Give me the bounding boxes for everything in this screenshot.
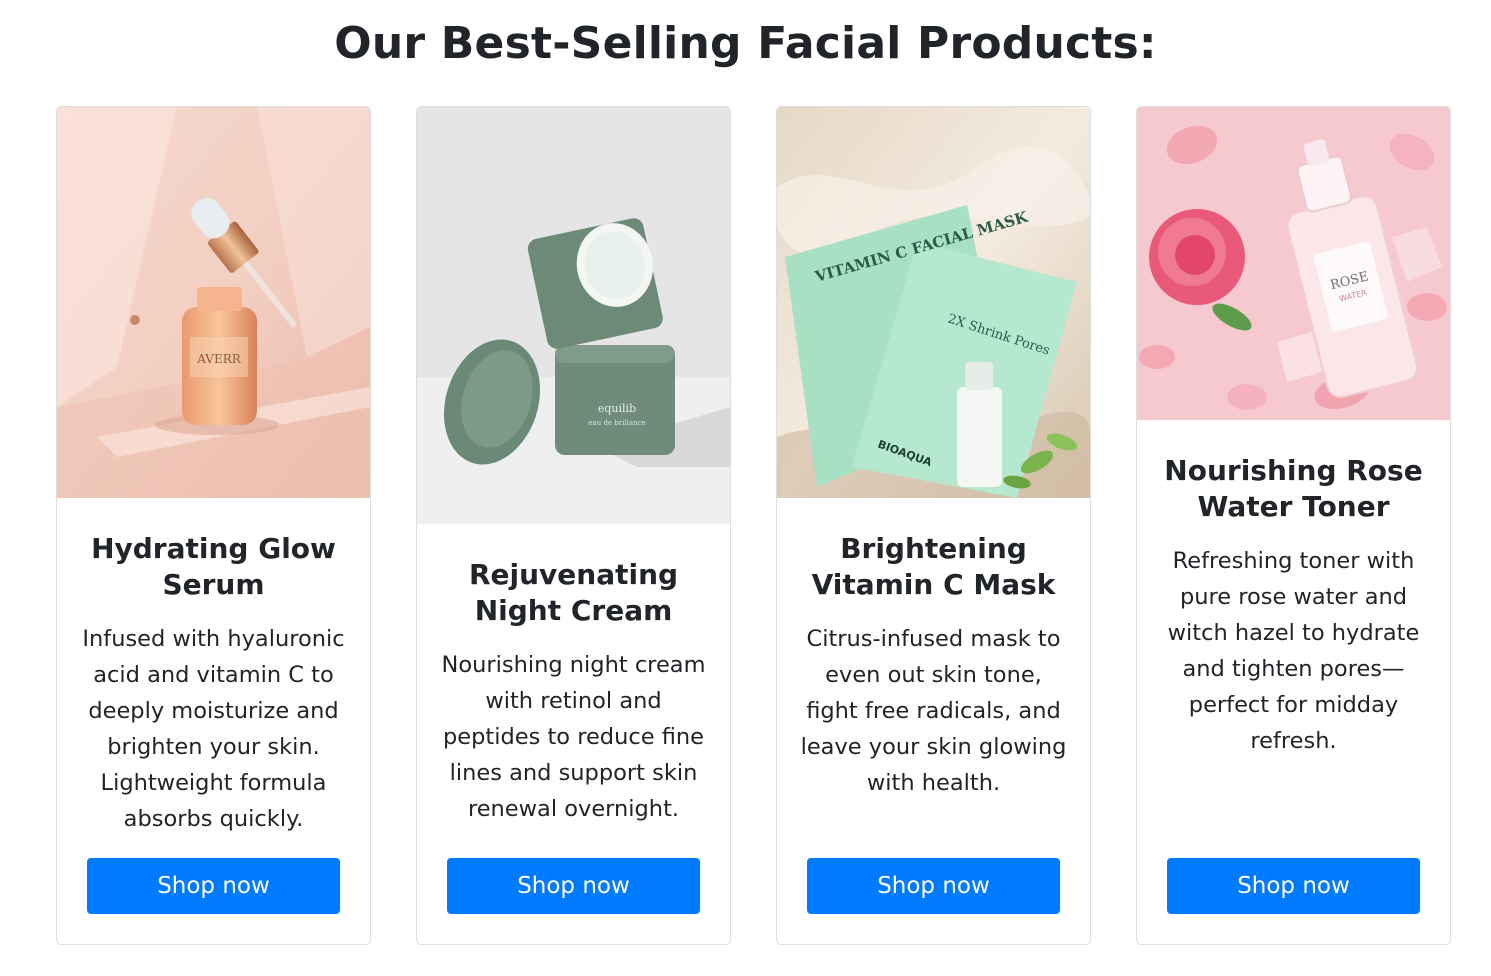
product-title: Rejuvenating Night Cream: [468, 558, 679, 627]
product-title: Brightening Vitamin C Mask: [811, 532, 1056, 601]
shop-now-button[interactable]: Shop now: [87, 858, 340, 914]
product-image-serum[interactable]: AVERR: [57, 107, 370, 498]
cream-subtext: eau de brillance: [588, 419, 645, 427]
shop-now-button[interactable]: Shop now: [1167, 858, 1420, 914]
product-title: Nourishing Rose Water Toner: [1164, 454, 1423, 523]
product-image-night-cream[interactable]: equilib eau de brillance: [417, 107, 730, 524]
shop-now-button[interactable]: Shop now: [447, 858, 700, 914]
page-title: Our Best-Selling Facial Products:: [334, 18, 1157, 69]
serum-brand-text: AVERR: [196, 352, 242, 366]
product-title: Hydrating Glow Serum: [91, 532, 336, 601]
product-description: Nourishing night cream with retinol and …: [441, 652, 706, 822]
product-card-rose-toner: ROSE WATER Nourishing Rose Water Toner R…: [1136, 106, 1451, 945]
cream-brand-text: equilib: [598, 402, 636, 415]
product-image-rose-toner[interactable]: ROSE WATER: [1137, 107, 1450, 420]
product-description: Citrus-infused mask to even out skin ton…: [800, 626, 1067, 796]
product-description: Infused with hyaluronic acid and vitamin…: [82, 626, 345, 832]
product-card-vitamin-c-mask: VITAMIN C FACIAL MASK 2X Shrink Pores BI…: [776, 106, 1091, 945]
product-image-vitamin-c-mask[interactable]: VITAMIN C FACIAL MASK 2X Shrink Pores BI…: [777, 107, 1090, 498]
product-card-night-cream: equilib eau de brillance Rejuvenating Ni…: [416, 106, 731, 945]
product-card-serum: AVERR Hydrating Glow Serum Infused with …: [56, 106, 371, 945]
shop-now-button[interactable]: Shop now: [807, 858, 1060, 914]
product-description: Refreshing toner with pure rose water an…: [1167, 548, 1420, 754]
